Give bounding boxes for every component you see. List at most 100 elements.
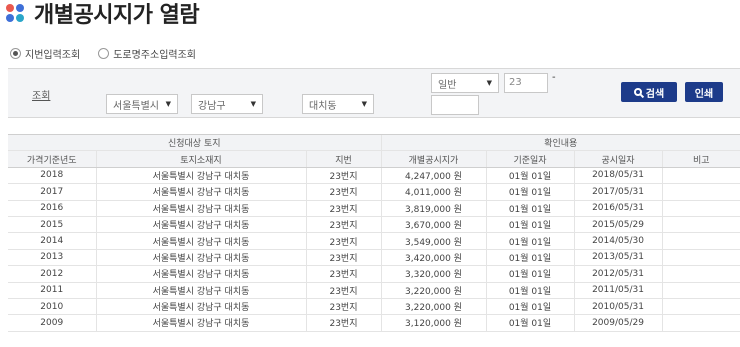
dropdown-arrow-icon: ▼ — [361, 100, 367, 108]
radio-lot-number-search[interactable]: 지번입력조회 — [10, 46, 80, 61]
table-cell: 01월 01일 — [485, 200, 574, 217]
table-cell: 서울특별시 강남구 대치동 — [95, 183, 306, 201]
neighborhood-select[interactable]: 대치동 ▼ — [302, 94, 374, 114]
table-cell: 23번지 — [305, 216, 381, 234]
table-cell: 01월 01일 — [485, 232, 574, 250]
table-cell: 23번지 — [305, 282, 381, 299]
table-cell: 2009/05/29 — [573, 314, 662, 332]
table-cell: 2016/05/31 — [573, 200, 662, 217]
table-cell: 01월 01일 — [485, 183, 574, 201]
table-cell: 2013 — [8, 249, 96, 267]
search-icon — [633, 88, 642, 96]
lot-sub-number-input[interactable] — [431, 95, 479, 115]
table-row: 2018 서울특별시 강남구 대치동 23번지 4,247,000 원 01월 01일 2… — [8, 167, 740, 185]
search-button[interactable]: 검색 — [621, 82, 677, 102]
logo-dots-icon — [6, 3, 26, 23]
search-panel: 조회 서울특별시 ▼ 강남구 ▼ 대치동 ▼ 일반 ▼ 23 - 검색 인쇄 — [8, 68, 740, 118]
table-cell: 3,120,000 원 — [380, 314, 486, 332]
lot-main-number-input[interactable]: 23 — [504, 73, 548, 93]
print-button-label: 인쇄 — [694, 88, 714, 100]
city-select[interactable]: 서울특별시 ▼ — [106, 94, 178, 114]
table-cell: 2011/05/31 — [573, 282, 662, 299]
table-cell: 23번지 — [305, 314, 381, 332]
table-cell — [661, 265, 740, 283]
neighborhood-select-value: 대치동 — [309, 100, 337, 112]
column-header: 비고 — [661, 150, 740, 168]
table-cell: 2018/05/31 — [573, 167, 662, 185]
table-cell — [661, 183, 740, 201]
page-header: 개별공시지가 열람 — [6, 0, 200, 28]
table-cell: 23번지 — [305, 298, 381, 316]
table-cell: 01월 01일 — [485, 298, 574, 316]
column-header: 가격기준년도 — [8, 150, 96, 168]
table-cell: 01월 01일 — [485, 282, 574, 299]
table-cell: 3,220,000 원 — [380, 298, 486, 316]
column-header: 공시일자 — [573, 150, 662, 168]
table-row: 2013 서울특별시 강남구 대치동 23번지 3,420,000 원 01월 01일 2… — [8, 249, 740, 267]
table-row: 2017 서울특별시 강남구 대치동 23번지 4,011,000 원 01월 01일 2… — [8, 183, 740, 201]
table-cell: 2018 — [8, 167, 96, 185]
table-cell: 2015 — [8, 216, 96, 234]
table-cell: 2011 — [8, 282, 96, 299]
radio-label: 도로명주소입력조회 — [113, 50, 197, 61]
table-cell: 서울특별시 강남구 대치동 — [95, 200, 306, 217]
radio-road-address-search[interactable]: 도로명주소입력조회 — [98, 46, 196, 61]
group-header-target-land: 신청대상 토지 — [8, 133, 381, 152]
table-cell: 23번지 — [305, 232, 381, 250]
table-cell: 서울특별시 강남구 대치동 — [95, 232, 306, 250]
table-row: 2009 서울특별시 강남구 대치동 23번지 3,120,000 원 01월 01일 2… — [8, 314, 740, 332]
search-button-label: 검색 — [645, 88, 665, 100]
lot-type-select-value: 일반 — [438, 79, 457, 91]
table-cell — [661, 314, 740, 332]
table-cell: 서울특별시 강남구 대치동 — [95, 298, 306, 316]
district-select[interactable]: 강남구 ▼ — [191, 94, 263, 114]
table-cell: 2014/05/30 — [573, 232, 662, 250]
table-cell — [661, 200, 740, 217]
table-cell: 2016 — [8, 200, 96, 217]
column-header: 개별공시지가 — [380, 150, 486, 168]
table-cell: 3,549,000 원 — [380, 232, 486, 250]
group-header-confirmation: 확인내용 — [380, 133, 740, 152]
table-cell — [661, 216, 740, 234]
table-cell: 3,670,000 원 — [380, 216, 486, 234]
lot-number-dash: - — [552, 72, 556, 83]
dropdown-arrow-icon: ▼ — [250, 100, 256, 108]
table-cell: 3,220,000 원 — [380, 282, 486, 299]
lot-type-select[interactable]: 일반 ▼ — [431, 73, 499, 93]
land-price-table: 신청대상 토지 확인내용 가격기준년도 토지소재지 지번 개별공시지가 기준일자… — [8, 133, 740, 332]
table-cell: 01월 01일 — [485, 314, 574, 332]
table-row: 2011 서울특별시 강남구 대치동 23번지 3,220,000 원 01월 01일 2… — [8, 282, 740, 299]
table-cell — [661, 282, 740, 299]
table-cell: 3,320,000 원 — [380, 265, 486, 283]
table-cell: 2013/05/31 — [573, 249, 662, 267]
print-button[interactable]: 인쇄 — [685, 82, 723, 102]
table-cell: 23번지 — [305, 249, 381, 267]
table-cell: 23번지 — [305, 167, 381, 185]
dropdown-arrow-icon: ▼ — [165, 100, 171, 108]
page-title: 개별공시지가 열람 — [34, 3, 200, 28]
radio-label: 지번입력조회 — [25, 50, 81, 61]
table-cell: 4,011,000 원 — [380, 183, 486, 201]
table-cell: 01월 01일 — [485, 249, 574, 267]
table-cell: 2014 — [8, 232, 96, 250]
table-cell: 2010/05/31 — [573, 298, 662, 316]
table-cell: 서울특별시 강남구 대치동 — [95, 216, 306, 234]
table-cell — [661, 167, 740, 185]
table-cell — [661, 232, 740, 250]
table-cell: 01월 01일 — [485, 216, 574, 234]
table-cell: 2017 — [8, 183, 96, 201]
search-mode-group: 지번입력조회 도로명주소입력조회 — [10, 46, 214, 61]
table-cell: 2015/05/29 — [573, 216, 662, 234]
table-cell: 2009 — [8, 314, 96, 332]
column-header: 토지소재지 — [95, 150, 306, 168]
table-cell: 01월 01일 — [485, 265, 574, 283]
table-cell: 4,247,000 원 — [380, 167, 486, 185]
table-cell: 서울특별시 강남구 대치동 — [95, 282, 306, 299]
table-cell: 23번지 — [305, 200, 381, 217]
table-cell: 서울특별시 강남구 대치동 — [95, 249, 306, 267]
table-cell: 2017/05/31 — [573, 183, 662, 201]
district-select-value: 강남구 — [198, 100, 226, 112]
table-row: 2015 서울특별시 강남구 대치동 23번지 3,670,000 원 01월 01일 2… — [8, 216, 740, 234]
table-cell: 01월 01일 — [485, 167, 574, 185]
table-row: 2012 서울특별시 강남구 대치동 23번지 3,320,000 원 01월 01일 2… — [8, 265, 740, 283]
